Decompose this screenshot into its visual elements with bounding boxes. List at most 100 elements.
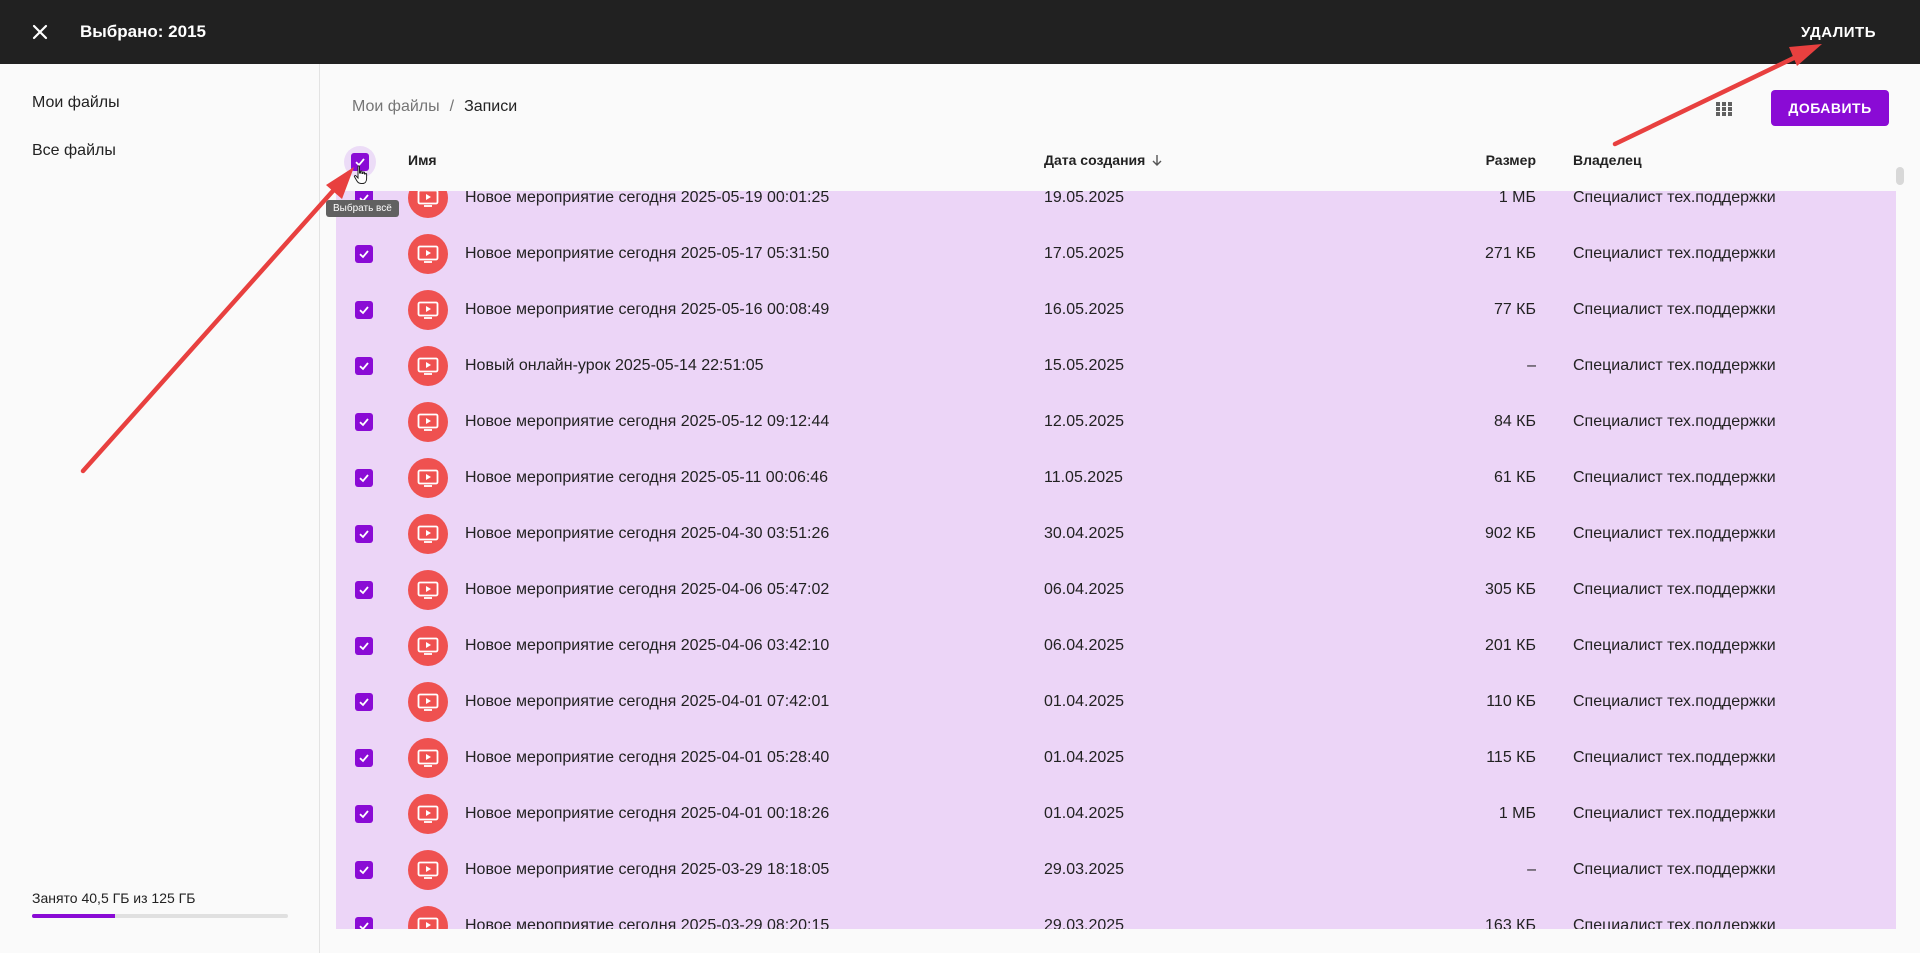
video-file-icon [408,458,448,498]
sidebar-item-all-files[interactable]: Все файлы [32,142,116,160]
add-button[interactable]: ДОБАВИТЬ [1771,90,1889,126]
close-selection-button[interactable] [0,0,80,64]
checkmark-icon [359,418,369,427]
row-checkbox[interactable] [355,357,373,375]
table-row[interactable]: Новое мероприятие сегодня 2025-05-11 00:… [336,450,1896,506]
table-row[interactable]: Новое мероприятие сегодня 2025-05-19 00:… [336,191,1896,226]
file-date: 16.05.2025 [1044,301,1125,318]
row-checkbox[interactable] [355,805,373,823]
file-size: 115 КБ [1486,749,1536,766]
file-size: 77 КБ [1493,301,1536,318]
row-checkbox[interactable] [355,525,373,543]
video-file-icon [408,906,448,929]
file-name[interactable]: Новое мероприятие сегодня 2025-04-06 05:… [465,581,829,599]
file-name[interactable]: Новое мероприятие сегодня 2025-05-12 09:… [465,413,829,431]
file-name[interactable]: Новое мероприятие сегодня 2025-04-01 07:… [465,693,829,711]
row-checkbox[interactable] [355,581,373,599]
file-name[interactable]: Новое мероприятие сегодня 2025-03-29 18:… [465,861,829,879]
table-row[interactable]: Новое мероприятие сегодня 2025-03-29 18:… [336,842,1896,898]
file-size: 271 КБ [1485,245,1536,262]
table-row[interactable]: Новое мероприятие сегодня 2025-05-17 05:… [336,226,1896,282]
checkbox-checked [355,749,373,767]
row-checkbox[interactable] [355,469,373,487]
file-date: 06.04.2025 [1044,637,1125,654]
grid-view-toggle[interactable] [1715,100,1733,118]
column-header-owner[interactable]: Владелец [1573,152,1642,168]
storage-label: Занято 40,5 ГБ из 125 ГБ [32,890,196,906]
file-date: 12.05.2025 [1044,413,1125,430]
file-size: 201 КБ [1485,637,1536,654]
file-owner: Специалист тех.поддержки [1573,861,1776,878]
column-header-date-label: Дата создания [1044,152,1146,168]
checkmark-icon [359,530,369,539]
table-row[interactable]: Новый онлайн-урок 2025-05-14 22:51:05 15.… [336,338,1896,394]
row-checkbox[interactable] [355,301,373,319]
file-size: 902 КБ [1485,525,1536,542]
file-name[interactable]: Новое мероприятие сегодня 2025-05-11 00:… [465,469,828,487]
video-file-icon [408,191,448,218]
video-file-icon [408,682,448,722]
selection-bar: Выбрано: 2015 УДАЛИТЬ [0,0,1920,64]
checkbox-checked [355,413,373,431]
row-checkbox[interactable] [355,749,373,767]
close-icon [32,24,48,40]
file-size: 1 МБ [1498,805,1536,822]
file-owner: Специалист тех.поддержки [1573,357,1776,374]
checkmark-icon [359,474,369,483]
file-size: 1 МБ [1498,191,1536,206]
table-row[interactable]: Новое мероприятие сегодня 2025-04-06 03:… [336,618,1896,674]
file-name[interactable]: Новый онлайн-урок 2025-05-14 22:51:05 [465,357,764,375]
table-row[interactable]: Новое мероприятие сегодня 2025-05-12 09:… [336,394,1896,450]
file-name[interactable]: Новое мероприятие сегодня 2025-04-30 03:… [465,525,829,543]
checkmark-icon [359,754,369,763]
row-checkbox[interactable] [355,245,373,263]
file-name[interactable]: Новое мероприятие сегодня 2025-05-19 00:… [465,191,829,207]
file-owner: Специалист тех.поддержки [1573,525,1776,542]
file-owner: Специалист тех.поддержки [1573,749,1776,766]
video-file-icon [408,234,448,274]
table-row[interactable]: Новое мероприятие сегодня 2025-04-01 07:… [336,674,1896,730]
file-name[interactable]: Новое мероприятие сегодня 2025-04-01 00:… [465,805,829,823]
file-owner: Специалист тех.поддержки [1573,245,1776,262]
breadcrumb-current: Записи [464,98,518,115]
file-owner: Специалист тех.поддержки [1573,637,1776,654]
file-date: 15.05.2025 [1044,357,1125,374]
checkbox-checked [355,357,373,375]
file-name[interactable]: Новое мероприятие сегодня 2025-04-01 05:… [465,749,829,767]
row-checkbox[interactable] [355,917,373,929]
file-date: 19.05.2025 [1044,191,1125,206]
table-row[interactable]: Новое мероприятие сегодня 2025-04-06 05:… [336,562,1896,618]
file-name[interactable]: Новое мероприятие сегодня 2025-05-16 00:… [465,301,829,319]
checkmark-icon [359,698,369,707]
row-checkbox[interactable] [355,413,373,431]
file-size: 305 КБ [1485,581,1536,598]
file-size: 163 КБ [1485,917,1536,929]
row-checkbox[interactable] [355,693,373,711]
column-header-size[interactable]: Размер [1486,152,1536,168]
video-file-icon [408,738,448,778]
video-file-icon [408,626,448,666]
scrollbar-thumb[interactable] [1896,167,1904,185]
checkbox-checked [355,245,373,263]
table-row[interactable]: Новое мероприятие сегодня 2025-04-01 05:… [336,730,1896,786]
breadcrumb-parent-link[interactable]: Мои файлы [352,98,440,116]
table-row[interactable]: Новое мероприятие сегодня 2025-05-16 00:… [336,282,1896,338]
file-date: 29.03.2025 [1044,917,1125,929]
file-name[interactable]: Новое мероприятие сегодня 2025-04-06 03:… [465,637,829,655]
row-checkbox[interactable] [355,861,373,879]
table-row[interactable]: Новое мероприятие сегодня 2025-03-29 08:… [336,898,1896,929]
checkbox-checked [355,301,373,319]
column-header-name[interactable]: Имя [408,152,437,168]
column-header-date[interactable]: Дата создания [1044,152,1163,168]
table-row[interactable]: Новое мероприятие сегодня 2025-04-30 03:… [336,506,1896,562]
sidebar-item-my-files[interactable]: Мои файлы [32,94,120,112]
file-name[interactable]: Новое мероприятие сегодня 2025-05-17 05:… [465,245,829,263]
video-file-icon [408,794,448,834]
row-checkbox[interactable] [355,637,373,655]
file-date: 11.05.2025 [1044,469,1123,486]
file-name[interactable]: Новое мероприятие сегодня 2025-03-29 08:… [465,917,829,929]
table-row[interactable]: Новое мероприятие сегодня 2025-04-01 00:… [336,786,1896,842]
delete-button[interactable]: УДАЛИТЬ [1797,18,1880,46]
select-all-tooltip: Выбрать всё [326,200,399,217]
selected-count: Выбрано: 2015 [80,22,206,41]
